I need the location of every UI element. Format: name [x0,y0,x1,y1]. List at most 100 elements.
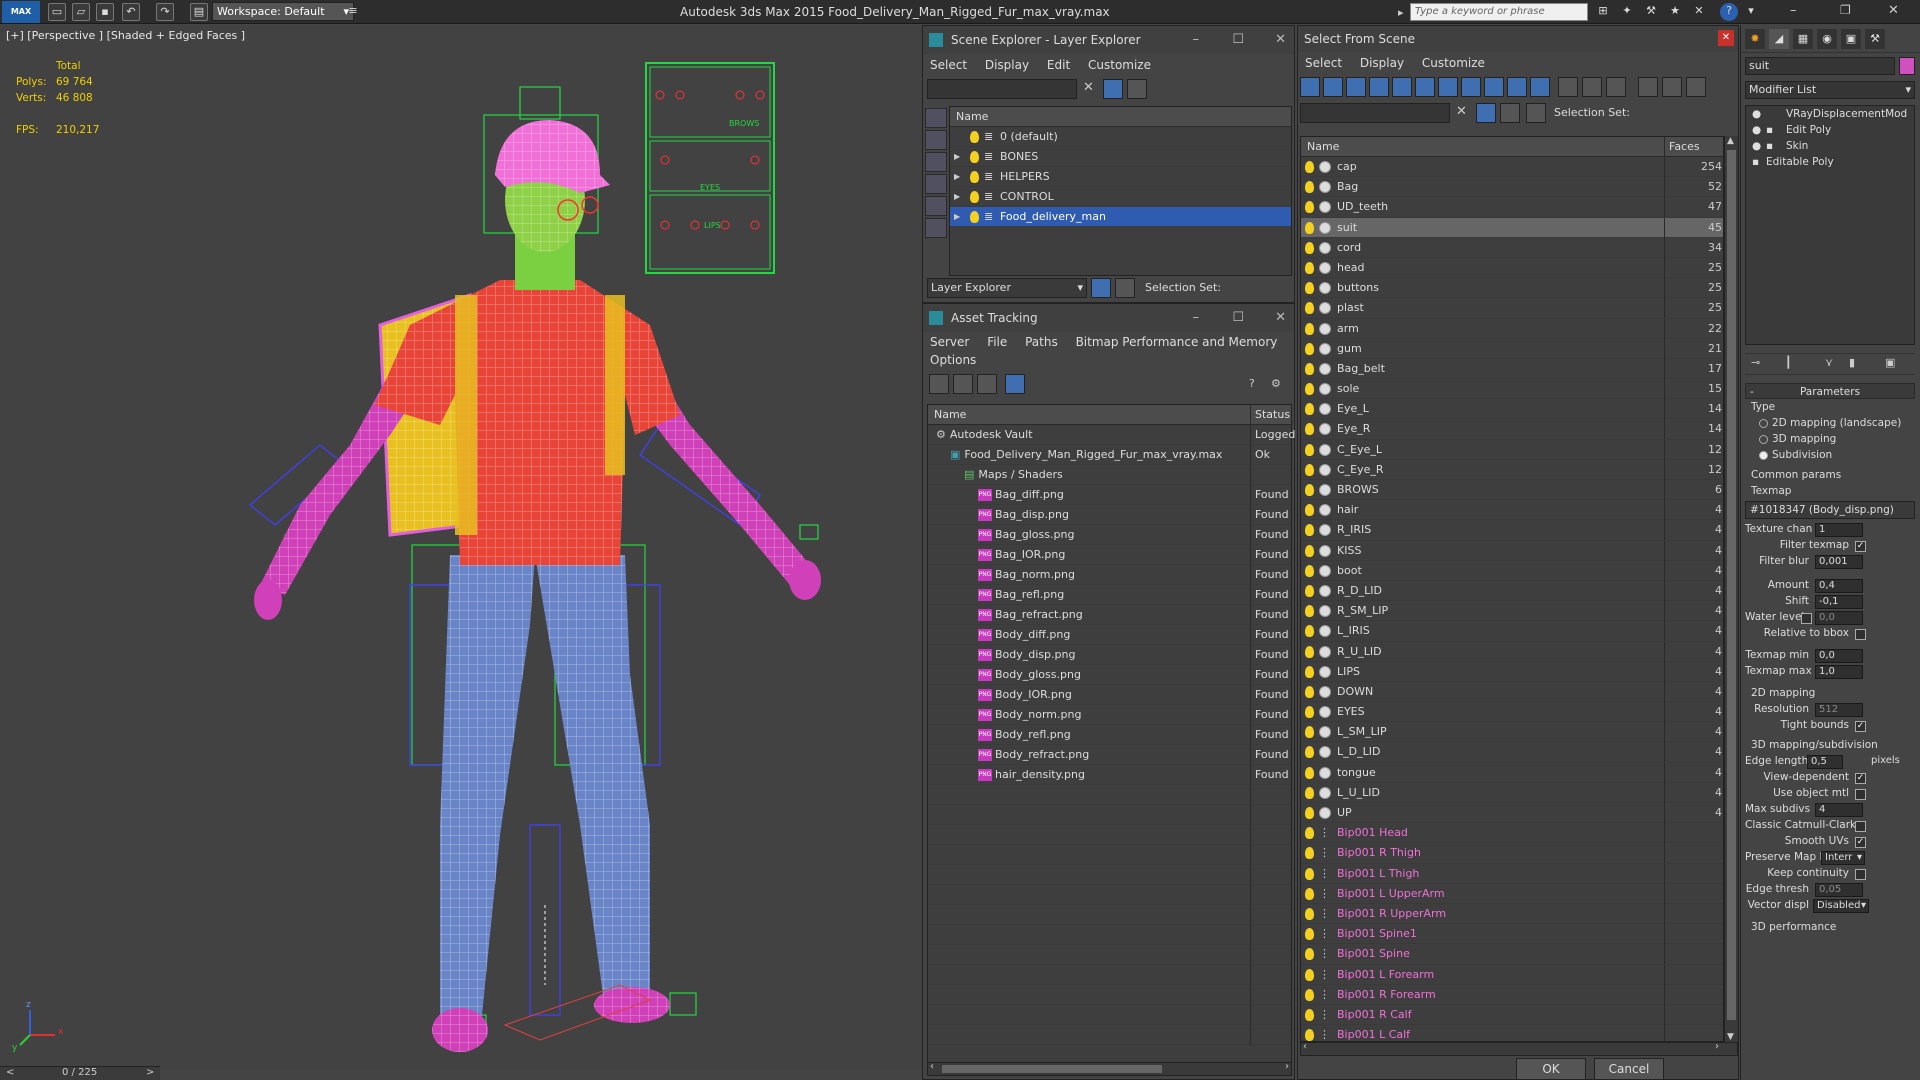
scene-explorer-minimize-icon[interactable]: – [1193,26,1200,54]
asset-row[interactable]: PNG Bag_refract.png Found [928,605,1291,625]
object-color-swatch[interactable] [1899,57,1915,75]
object-visibility-icon[interactable] [1305,985,1314,1005]
sfs-vertical-scrollbar[interactable]: ▲ ▼ [1724,136,1738,1042]
search-arrow-icon[interactable]: ▸ [1398,6,1404,19]
sfs-select-none-icon[interactable] [1582,77,1602,97]
layer-visibility-icon[interactable] [970,147,979,167]
object-visibility-icon[interactable] [1305,218,1314,238]
object-visibility-icon[interactable] [1305,783,1314,803]
menu-file[interactable]: File [987,335,1007,349]
layer-row[interactable]: ▶ ≣ BONES [950,147,1291,167]
layer-row[interactable]: ≣ 0 (default) [950,127,1291,147]
sfs-find-filter-icon[interactable] [1476,103,1496,123]
object-row[interactable]: ⋮ Bip001 L Calf [1301,1025,1723,1041]
object-visibility-icon[interactable] [1305,197,1314,217]
tools-icon[interactable]: ✦ [1618,3,1636,21]
amount-spinner[interactable]: 0,4 [1815,579,1863,593]
restore-window-icon[interactable]: ❐ [1840,3,1851,17]
object-row[interactable]: ⋮ Bip001 R UpperArm [1301,903,1723,925]
sfs-menu-display[interactable]: Display [1360,56,1404,70]
hierarchy-icon[interactable] [1115,278,1135,298]
object-row[interactable]: Bag 52 [1301,177,1723,198]
menu-options[interactable]: Options [930,353,976,367]
radio-3d[interactable] [1759,434,1768,444]
object-row[interactable]: buttons 25 [1301,278,1723,299]
remove-modifier-icon[interactable]: ▮ [1849,356,1855,369]
object-visibility-icon[interactable] [1305,561,1314,581]
stack-item-editable-poly[interactable]: ▪ Editable Poly [1746,154,1914,170]
sfs-menu-customize[interactable]: Customize [1422,56,1485,70]
menu-paths[interactable]: Paths [1025,335,1058,349]
asset-name-column[interactable]: Name [934,408,966,421]
object-row[interactable]: ⋮ Bip001 R Thigh [1301,843,1723,864]
filter-icon[interactable] [1103,79,1123,99]
display-tab-icon[interactable]: ▣ [1841,29,1861,49]
object-row[interactable]: ⋮ Bip001 R Forearm [1301,984,1723,1005]
help-dropdown-icon[interactable]: ▾ [1742,3,1760,21]
sfs-scroll-right-icon[interactable]: › [1715,1041,1719,1052]
object-row[interactable]: sole 15 [1301,379,1723,400]
object-visibility-icon[interactable] [1305,682,1314,702]
asset-row[interactable]: ▤ Maps / Shaders [928,465,1291,485]
object-row[interactable]: R_D_LID 4 [1301,580,1723,602]
object-visibility-icon[interactable] [1305,803,1314,823]
modifier-list-dropdown[interactable]: Modifier List ▾ [1745,81,1915,99]
object-row[interactable]: EYES 4 [1301,702,1723,723]
object-row[interactable]: cap 254 [1301,157,1723,178]
binoculars-icon[interactable]: ⊞ [1594,3,1612,21]
catmull-clark-checkbox[interactable] [1855,821,1866,832]
object-row[interactable]: KISS 4 [1301,540,1723,561]
layer-visibility-icon[interactable] [970,207,979,227]
parameters-rollout-header[interactable]: - Parameters [1745,383,1915,399]
sfs-scroll-up-icon[interactable]: ▲ [1727,136,1734,146]
asset-row[interactable]: PNG Bag_refl.png Found [928,585,1291,605]
scene-explorer-close-icon[interactable]: ✕ [1275,26,1286,54]
object-visibility-icon[interactable] [1305,157,1314,177]
sfs-menu-select[interactable]: Select [1305,56,1342,70]
scroll-right-icon[interactable]: › [1285,1061,1289,1072]
water-level-checkbox[interactable] [1801,613,1812,624]
close-window-icon[interactable]: ✕ [1888,3,1899,18]
radio-subdivision[interactable] [1759,450,1768,460]
object-visibility-icon[interactable] [1305,339,1314,359]
shift-spinner[interactable]: -0,1 [1815,595,1863,609]
layer-name-column[interactable]: Name [950,107,1291,127]
object-row[interactable]: LIPS 4 [1301,661,1723,682]
layer-explorer-icon[interactable] [1091,278,1111,298]
sfs-search-input[interactable] [1300,103,1450,123]
rollout-collapse-icon[interactable]: - [1750,384,1754,400]
app-logo[interactable]: MAX [2,1,40,23]
scene-explorer-maximize-icon[interactable]: ☐ [1232,26,1244,54]
connect-icon[interactable]: ⚒ [1642,3,1660,21]
display-helpers-icon[interactable] [925,196,947,216]
sfs-layer-icon[interactable] [1500,103,1520,123]
cancel-button[interactable]: Cancel [1594,1058,1664,1080]
object-visibility-icon[interactable] [1305,642,1314,662]
new-file-icon[interactable]: ▭ [48,3,66,21]
menu-select[interactable]: Select [930,58,967,72]
use-object-mtl-checkbox[interactable] [1855,789,1866,800]
object-visibility-icon[interactable] [1305,460,1314,480]
object-row[interactable]: ⋮ Bip001 Spine1 [1301,924,1723,945]
object-row[interactable]: Eye_L 14 [1301,399,1723,420]
select-from-scene-titlebar[interactable]: Select From Scene ✕ [1298,26,1738,52]
object-visibility-icon[interactable] [1305,258,1314,278]
asset-status-column[interactable]: Status [1250,405,1290,425]
object-row[interactable]: ⋮ Bip001 L UpperArm [1301,883,1723,904]
object-row[interactable]: suit 45 [1301,217,1723,238]
resolution-spinner[interactable]: 512 [1815,703,1863,717]
object-row[interactable]: cord 34 [1301,237,1723,258]
scene-explorer-titlebar[interactable]: Scene Explorer - Layer Explorer – ☐ ✕ [923,26,1294,54]
object-row[interactable]: plast 25 [1301,298,1723,319]
object-row[interactable]: L_IRIS 4 [1301,621,1723,642]
ok-button[interactable]: OK [1516,1058,1586,1080]
expand-icon[interactable]: ▪ [1766,138,1773,154]
explorer-type-dropdown[interactable]: Layer Explorer ▾ [927,278,1087,298]
modify-tab-icon[interactable]: ◢ [1769,29,1789,49]
lightbulb-icon[interactable]: ● [1752,106,1761,122]
display-shapes-icon[interactable] [925,130,947,150]
sfs-options-icon[interactable] [1686,77,1706,97]
character-wireframe[interactable] [0,25,922,1070]
tight-bounds-checkbox[interactable]: ✓ [1855,721,1866,732]
sfs-filter-containers-icon[interactable] [1507,77,1527,97]
